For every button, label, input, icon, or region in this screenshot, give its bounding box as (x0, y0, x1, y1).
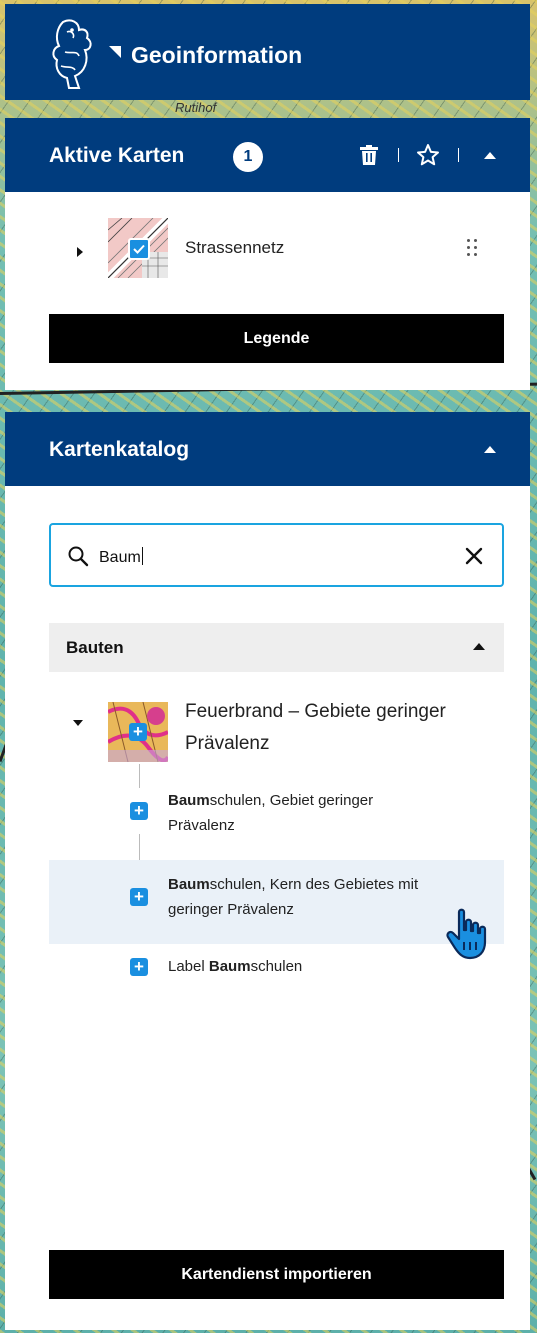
favorite-button[interactable] (413, 140, 443, 170)
search-value[interactable]: Baum (99, 547, 143, 567)
catalog-title: Kartenkatalog (49, 438, 190, 461)
add-layer-button[interactable]: + (130, 888, 148, 906)
parent-layer-name[interactable]: Feuerbrand – Gebiete geringer Prävalenz (185, 696, 446, 760)
group-header-bauten[interactable]: Bauten (49, 623, 504, 672)
toolbar-separator (398, 148, 399, 162)
catalog-search-input[interactable]: Baum (49, 523, 504, 587)
add-layer-button[interactable]: + (130, 802, 148, 820)
star-icon (417, 144, 439, 166)
plus-icon[interactable]: + (129, 723, 147, 741)
drag-handle-icon[interactable] (467, 237, 481, 259)
chevron-up-icon (473, 643, 485, 650)
active-maps-panel: Aktive Karten 1 Strassennetz Legende (5, 118, 530, 390)
layer-visible-checkbox[interactable] (128, 238, 150, 260)
group-title: Bauten (66, 638, 124, 657)
chevron-up-icon (484, 151, 496, 159)
add-layer-button[interactable]: + (130, 958, 148, 976)
delete-all-button[interactable] (354, 140, 384, 170)
hand-cursor-icon (446, 908, 487, 960)
legend-button[interactable]: Legende (49, 314, 504, 363)
active-maps-header[interactable]: Aktive Karten 1 (5, 118, 530, 192)
import-map-service-button[interactable]: Kartendienst importieren (49, 1250, 504, 1299)
map-place-label: Rutihof (175, 100, 217, 115)
parent-layer-thumbnail[interactable]: + (108, 702, 168, 762)
map-catalog-panel: Kartenkatalog Baum Bauten + Feuerbrand –… (5, 412, 530, 1330)
active-maps-count-badge: 1 (233, 142, 263, 172)
app-header: Geoinformation (5, 4, 530, 100)
active-maps-title: Aktive Karten (49, 144, 185, 167)
active-layer-row[interactable]: Strassennetz (5, 218, 530, 288)
toolbar-separator (458, 148, 459, 162)
tree-connector (139, 764, 140, 788)
expand-layer-caret[interactable] (77, 247, 83, 257)
collapse-catalog-button[interactable] (475, 434, 505, 464)
catalog-header[interactable]: Kartenkatalog (5, 412, 530, 486)
sublayer-name[interactable]: Label Baumschulen (168, 954, 302, 979)
layer-name[interactable]: Strassennetz (185, 238, 284, 258)
app-title: Geoinformation (131, 42, 303, 68)
sublayer-name[interactable]: Baumschulen, Gebiet geringer Prävalenz (168, 788, 373, 838)
lion-logo-icon (52, 19, 92, 89)
collapse-active-maps-button[interactable] (475, 140, 505, 170)
collapse-parent-caret[interactable] (73, 720, 83, 726)
checkmark-icon (133, 244, 145, 254)
search-icon (68, 546, 89, 567)
chevron-up-icon (484, 445, 496, 453)
trash-icon (360, 145, 378, 165)
layer-thumbnail[interactable] (108, 218, 168, 278)
sublayer-name[interactable]: Baumschulen, Kern des Gebietes mit gerin… (168, 872, 418, 922)
close-icon[interactable] (461, 543, 487, 569)
